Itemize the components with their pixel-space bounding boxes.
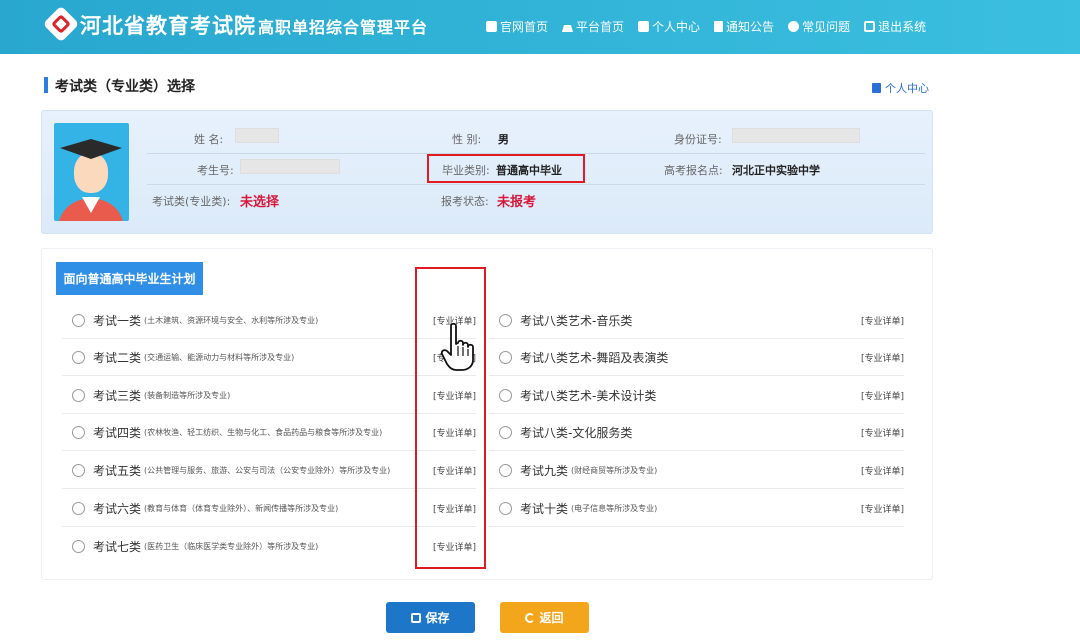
exam-class-3-radio[interactable] [72, 389, 85, 402]
tab-general-high-school-plan[interactable]: 面向普通高中毕业生计划 [56, 262, 203, 295]
major-detail-link[interactable]: [专业详单] [861, 502, 904, 515]
list-item: 考试六类 (教育与体育（体育专业除外）、新闻传播等所涉及专业) [专业详单] [62, 490, 476, 527]
platform-title: 高职单招综合管理平台 [258, 14, 428, 38]
save-button[interactable]: 保存 [386, 602, 475, 633]
nav-notices[interactable]: 通知公告 [714, 18, 774, 35]
exam-class-8-art-design-radio[interactable] [499, 389, 512, 402]
name-value-redacted [235, 128, 279, 143]
status-value: 未报考 [497, 191, 536, 210]
list-item: 考试八类艺术-音乐类 [专业详单] [489, 302, 904, 339]
nav-logout[interactable]: 退出系统 [864, 18, 926, 35]
gender-label: 性 别: [452, 131, 481, 147]
exam-class-6-radio[interactable] [72, 502, 85, 515]
major-detail-link[interactable]: [专业详单] [861, 389, 904, 402]
exam-class-8-culture-radio[interactable] [499, 426, 512, 439]
graduation-type-highlight [427, 154, 585, 183]
nav-platform-home[interactable]: 平台首页 [562, 18, 624, 35]
chat-icon [788, 21, 799, 32]
id-number-label: 身份证号: [674, 131, 722, 147]
exam-class-7-radio[interactable] [72, 540, 85, 553]
personal-center-link[interactable]: 个人中心 [872, 80, 929, 96]
exam-class-10-radio[interactable] [499, 502, 512, 515]
divider [147, 184, 925, 185]
nav-official-home[interactable]: 官网首页 [486, 18, 548, 35]
list-item: 考试五类 (公共管理与服务、旅游、公安与司法（公安专业除外）等所涉及专业) [专… [62, 452, 476, 489]
top-header: 河北省教育考试院 高职单招综合管理平台 官网首页 平台首页 个人中心 通知公告 … [0, 0, 1080, 54]
major-detail-link[interactable]: [专业详单] [861, 351, 904, 364]
list-item: 考试九类 (财经商贸等所涉及专业) [专业详单] [489, 452, 904, 489]
section-title-bar [44, 77, 48, 93]
name-label: 姓 名: [194, 131, 223, 147]
list-item: 考试八类艺术-美术设计类 [专业详单] [489, 377, 904, 414]
status-label: 报考状态: [441, 193, 489, 209]
detail-column-highlight [415, 267, 486, 569]
id-number-redacted [732, 128, 860, 143]
exam-class-9-radio[interactable] [499, 464, 512, 477]
save-icon [411, 613, 421, 623]
exam-class-4-radio[interactable] [72, 426, 85, 439]
list-item: 考试三类 (装备制造等所涉及专业) [专业详单] [62, 377, 476, 414]
list-item: 考试八类艺术-舞蹈及表演类 [专业详单] [489, 339, 904, 376]
site-title: 河北省教育考试院 [80, 10, 256, 40]
exit-icon [864, 21, 875, 32]
list-item: 考试十类 (电子信息等所涉及专业) [专业详单] [489, 490, 904, 527]
major-detail-link[interactable]: [专业详单] [861, 464, 904, 477]
exam-class-1-radio[interactable] [72, 314, 85, 327]
nav-personal-center[interactable]: 个人中心 [638, 18, 700, 35]
exam-class-value: 未选择 [240, 191, 279, 210]
exam-authority-logo [43, 6, 80, 43]
top-nav: 官网首页 平台首页 个人中心 通知公告 常见问题 退出系统 [486, 18, 926, 35]
list-item: 考试七类 (医药卫生（临床医学类专业除外）等所涉及专业) [专业详单] [62, 528, 476, 565]
gender-value: 男 [498, 131, 509, 147]
list-item: 考试二类 (交通运输、能源动力与材料等所涉及专业) [专业详单] [62, 339, 476, 376]
user-card-icon [638, 21, 649, 32]
list-item: 考试一类 (土木建筑、资源环境与安全、水利等所涉及专业) [专业详单] [62, 302, 476, 339]
registration-site-value: 河北正中实验中学 [732, 162, 820, 178]
list-item: 考试四类 (农林牧渔、轻工纺织、生物与化工、食品药品与粮食等所涉及专业) [专业… [62, 414, 476, 451]
student-info-card: 姓 名: 性 别: 男 身份证号: 考生号: 毕业类别: 普通高中毕业 高考报名… [41, 110, 933, 234]
exam-class-8-dance-radio[interactable] [499, 351, 512, 364]
building-icon [486, 21, 497, 32]
major-detail-link[interactable]: [专业详单] [861, 426, 904, 439]
exam-class-5-radio[interactable] [72, 464, 85, 477]
page-title: 考试类（专业类）选择 [55, 76, 195, 96]
exam-number-redacted [240, 159, 340, 174]
home-icon [562, 21, 573, 32]
exam-number-label: 考生号: [197, 162, 234, 178]
document-icon [714, 21, 723, 32]
avatar [54, 123, 129, 221]
hand-pointer-icon [441, 322, 475, 372]
exam-class-2-radio[interactable] [72, 351, 85, 364]
nav-faq[interactable]: 常见问题 [788, 18, 850, 35]
exam-class-label: 考试类(专业类): [152, 193, 230, 209]
back-button[interactable]: 返回 [500, 602, 589, 633]
list-item: 考试八类-文化服务类 [专业详单] [489, 414, 904, 451]
exam-class-8-music-radio[interactable] [499, 314, 512, 327]
registration-site-label: 高考报名点: [664, 162, 723, 178]
user-card-icon [872, 83, 881, 93]
major-detail-link[interactable]: [专业详单] [861, 314, 904, 327]
undo-icon [525, 613, 535, 623]
